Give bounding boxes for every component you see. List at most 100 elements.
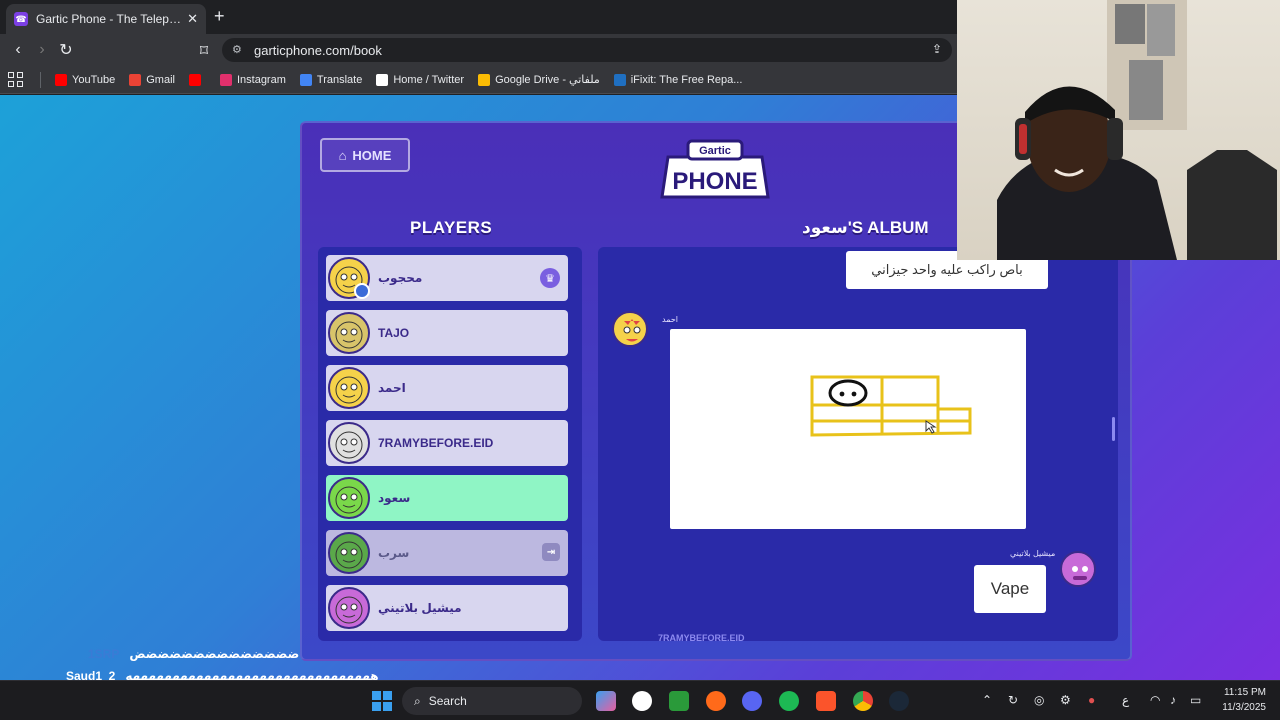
tray-mic-icon[interactable]: ● bbox=[1088, 693, 1095, 707]
host-crown-icon: ♛ bbox=[540, 268, 560, 288]
player-avatar bbox=[328, 367, 370, 409]
album-feed[interactable]: باص راكب عليه واحد جيزاني احمد ميشيل بلا… bbox=[598, 247, 1118, 641]
player-name: احمد bbox=[378, 381, 406, 395]
guess-author-avatar bbox=[1060, 551, 1096, 587]
tray-app-icon[interactable]: ◎ bbox=[1034, 693, 1044, 707]
firefox-icon[interactable] bbox=[706, 691, 726, 711]
player-row[interactable]: سعود bbox=[326, 475, 568, 521]
player-row[interactable]: محجوب ♛ bbox=[326, 255, 568, 301]
taskbar-clock[interactable]: 11:15 PM 11/3/2025 bbox=[1222, 685, 1266, 715]
bookmark-favicon-icon bbox=[299, 73, 312, 86]
close-tab-icon[interactable]: ✕ bbox=[187, 11, 198, 27]
clock-date: 11/3/2025 bbox=[1222, 702, 1266, 713]
drawing-author-avatar bbox=[612, 311, 648, 347]
player-row[interactable]: TAJO bbox=[326, 310, 568, 356]
bookmark-label: Translate bbox=[316, 73, 363, 86]
bookmark-item[interactable]: Gmail bbox=[129, 73, 175, 86]
bookmarks-divider bbox=[40, 71, 41, 88]
taskbar-search[interactable]: ⌕ Search bbox=[402, 687, 582, 715]
player-row[interactable]: ميشيل بلاتيني bbox=[326, 585, 568, 631]
bookmark-item[interactable]: Translate bbox=[299, 73, 363, 86]
app-icon[interactable] bbox=[632, 691, 652, 711]
bookmark-item[interactable]: YouTube bbox=[55, 73, 116, 86]
player-name: TAJO bbox=[378, 326, 410, 340]
bookmark-favicon-icon bbox=[219, 73, 232, 86]
you-indicator-icon bbox=[354, 283, 370, 299]
steam-icon[interactable] bbox=[889, 691, 909, 711]
home-button[interactable]: ⌂ HOME bbox=[320, 138, 410, 172]
album-heading: سعود'S ALBUM bbox=[802, 218, 929, 237]
bookmark-item[interactable]: Home / Twitter bbox=[376, 73, 464, 86]
bookmark-item[interactable] bbox=[188, 73, 206, 86]
bookmark-label: Instagram bbox=[236, 73, 286, 86]
bookmark-item[interactable]: Google Drive - ملفاتي bbox=[478, 73, 600, 86]
player-name: محجوب bbox=[378, 271, 423, 285]
player-row[interactable]: احمد bbox=[326, 365, 568, 411]
search-placeholder: Search bbox=[428, 694, 467, 708]
windows-start-icon[interactable] bbox=[372, 691, 392, 711]
tray-sync-icon[interactable]: ↻ bbox=[1008, 693, 1018, 707]
player-name: سعود bbox=[378, 491, 411, 505]
player-name: سرب bbox=[378, 546, 410, 560]
bookmark-item[interactable]: Instagram bbox=[219, 73, 286, 86]
drawing-author-name: احمد bbox=[662, 315, 678, 324]
browser-tab[interactable]: ☎ Gartic Phone - The Telephone Ga ✕ bbox=[6, 4, 206, 34]
chat-username: Saud1_2 bbox=[66, 669, 116, 680]
bookmark-favicon-icon bbox=[478, 73, 491, 86]
chat-text: ضضضضضضضضضضضضضض bbox=[129, 647, 300, 661]
volume-icon[interactable]: ♪ bbox=[1170, 693, 1176, 707]
address-bar[interactable]: ⚙ garticphone.com/book ⇪ bbox=[222, 38, 952, 62]
chat-message: 1SRP ضضضضضضضضضضضضضض bbox=[88, 647, 299, 661]
clock-time: 11:15 PM bbox=[1223, 687, 1266, 698]
tray-steam-icon[interactable]: ⚙ bbox=[1060, 693, 1071, 707]
streamer-webcam-image bbox=[997, 0, 1277, 260]
gartic-favicon-icon: ☎ bbox=[14, 12, 28, 26]
players-list: محجوب ♛ TAJO احمد 7RAMYBEFORE.EID سعود سرب ⇥ ميش… bbox=[318, 247, 582, 641]
bookmark-item[interactable]: iFixit: The Free Repa... bbox=[613, 73, 742, 86]
player-avatar bbox=[328, 422, 370, 464]
site-info-icon[interactable]: ⚙ bbox=[232, 43, 242, 56]
tray-language[interactable]: ع bbox=[1122, 693, 1129, 707]
brave-icon[interactable] bbox=[816, 691, 836, 711]
tray-expand-icon[interactable]: ⌃ bbox=[982, 693, 992, 707]
player-row[interactable]: سرب ⇥ bbox=[326, 530, 568, 576]
bookmark-label: Google Drive - ملفاتي bbox=[495, 74, 600, 86]
discord-icon[interactable] bbox=[742, 691, 762, 711]
reload-icon[interactable]: ↻ bbox=[54, 40, 78, 60]
chat-text: هههههههههههههههههههههههههههههههه bbox=[125, 669, 379, 680]
copilot-icon[interactable] bbox=[596, 691, 616, 711]
drawing-canvas bbox=[670, 329, 1026, 529]
back-icon[interactable]: ‹ bbox=[6, 41, 30, 59]
battery-icon[interactable]: ▭ bbox=[1190, 693, 1201, 707]
spotify-icon[interactable] bbox=[779, 691, 799, 711]
svg-text:PHONE: PHONE bbox=[672, 168, 757, 195]
chat-username: 1SRP bbox=[88, 647, 120, 661]
player-row[interactable]: 7RAMYBEFORE.EID bbox=[326, 420, 568, 466]
player-avatar bbox=[328, 587, 370, 629]
chat-message: Saud1_2 هههههههههههههههههههههههههههههههه bbox=[66, 669, 379, 680]
player-left-icon: ⇥ bbox=[542, 543, 560, 561]
bookmark-label: Gmail bbox=[146, 73, 175, 86]
chrome-icon[interactable] bbox=[853, 691, 873, 711]
new-tab-icon[interactable]: + bbox=[214, 6, 225, 27]
url-text: garticphone.com/book bbox=[254, 42, 382, 58]
xbox-icon[interactable] bbox=[669, 691, 689, 711]
wifi-icon[interactable]: ◠ bbox=[1150, 693, 1160, 707]
bookmark-icon[interactable]: ⌑ bbox=[192, 41, 216, 61]
apps-icon[interactable] bbox=[8, 71, 24, 88]
album-scrollbar[interactable] bbox=[1112, 417, 1115, 441]
player-avatar bbox=[328, 312, 370, 354]
share-icon[interactable]: ⇪ bbox=[932, 42, 942, 56]
bookmark-label: YouTube bbox=[72, 73, 116, 86]
players-heading: PLAYERS bbox=[410, 218, 493, 237]
bookmark-favicon-icon bbox=[613, 73, 626, 86]
bookmark-favicon-icon bbox=[55, 73, 67, 86]
player-name: 7RAMYBEFORE.EID bbox=[378, 436, 494, 450]
home-button-label: HOME bbox=[352, 147, 392, 163]
bookmark-favicon-icon bbox=[188, 73, 201, 86]
forward-icon[interactable]: › bbox=[30, 41, 54, 59]
bookmark-favicon-icon bbox=[129, 73, 142, 86]
player-avatar bbox=[328, 532, 370, 574]
player-name: ميشيل بلاتيني bbox=[378, 601, 462, 615]
mouse-cursor-icon bbox=[925, 420, 937, 434]
